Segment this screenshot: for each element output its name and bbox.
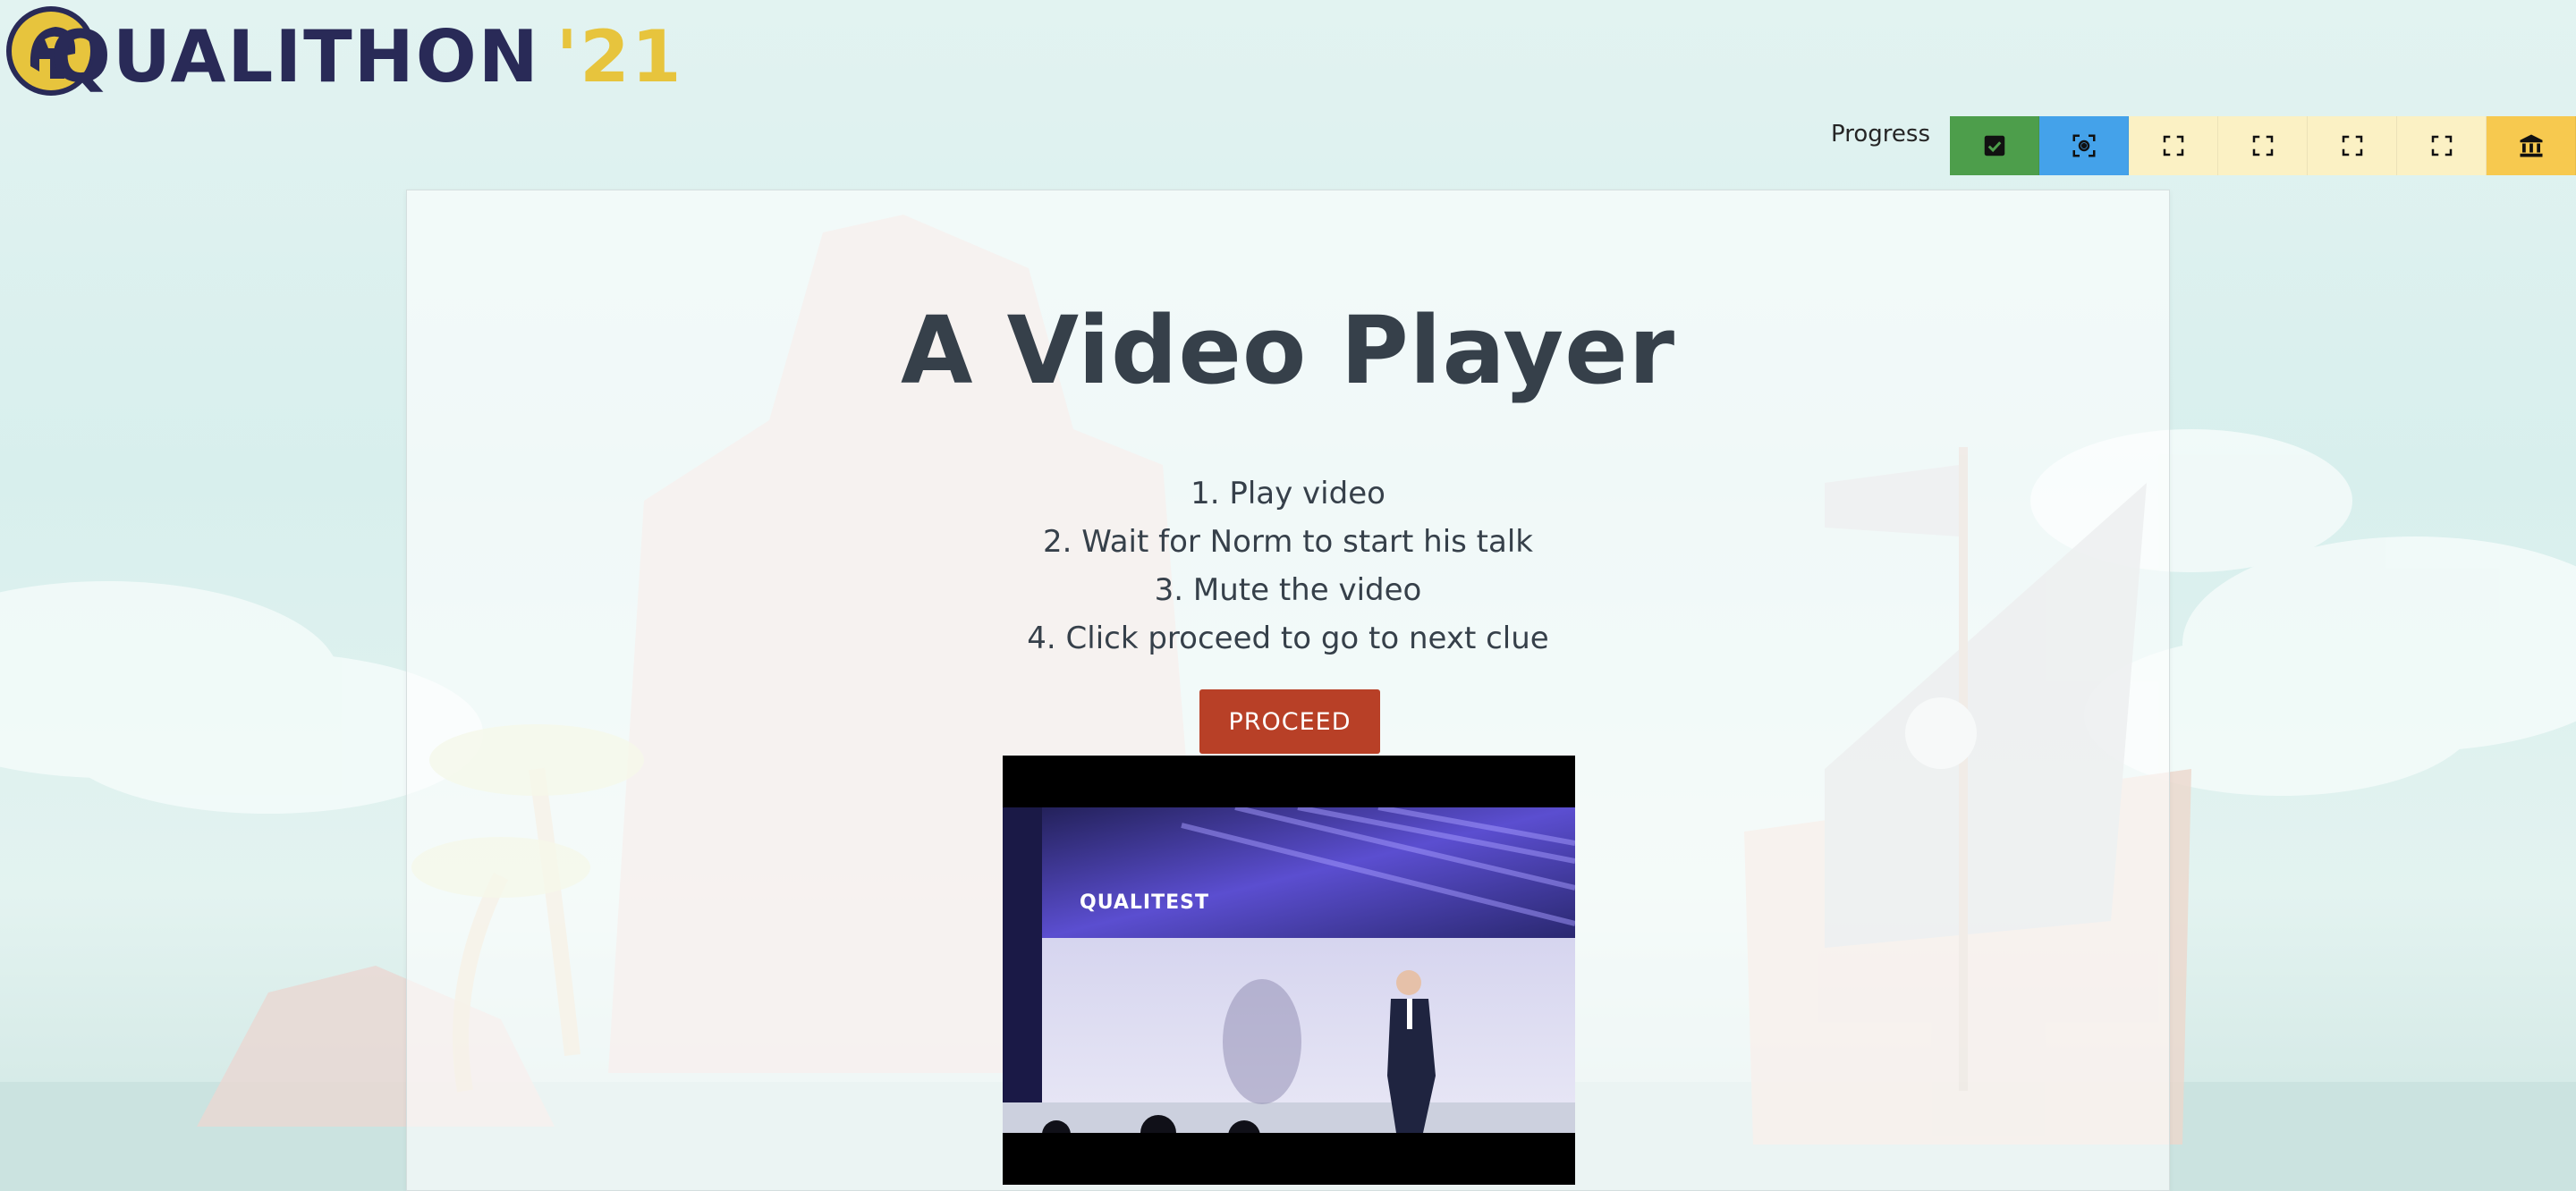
instruction-item: 2. Wait for Norm to start his talk (1043, 524, 1533, 560)
qualithon-logo: QUALITHON '21 (0, 0, 681, 116)
page-title: A Video Player (900, 296, 1676, 405)
instruction-list: 1. Play video 2. Wait for Norm to start … (407, 469, 2169, 663)
video-player[interactable]: QUALITEST (1003, 756, 1575, 1185)
fullscreen-frame-icon (2342, 135, 2362, 156)
progress-step-7[interactable] (2487, 116, 2576, 175)
focus-camera-icon (2072, 134, 2095, 157)
instruction-item: 1. Play video (1191, 476, 1385, 511)
video-brand-text: QUALITEST (1080, 891, 1210, 914)
progress-step-6[interactable] (2397, 116, 2487, 175)
progress-step-4[interactable] (2218, 116, 2308, 175)
clue-card: A Video Player 1. Play video 2. Wait for… (406, 190, 2170, 1191)
checkbox-checked-icon (1984, 135, 2004, 156)
instruction-item: 3. Mute the video (1154, 572, 1422, 608)
fullscreen-frame-icon (2431, 135, 2452, 156)
progress-label: Progress (1831, 121, 1930, 148)
video-frame (1003, 807, 1575, 1133)
instruction-item: 4. Click proceed to go to next clue (1027, 621, 1549, 656)
fullscreen-frame-icon (2252, 135, 2273, 156)
fullscreen-frame-icon (2163, 135, 2183, 156)
logo-wordmark: QUALITHON '21 (50, 21, 682, 93)
logo-year: '21 (555, 15, 683, 98)
progress-step-3[interactable] (2129, 116, 2218, 175)
progress-tracker: Progress (1831, 116, 2576, 175)
logo-name: QUALITHON (50, 15, 540, 98)
progress-step-5[interactable] (2308, 116, 2397, 175)
progress-steps (1950, 116, 2576, 175)
progress-step-2[interactable] (2039, 116, 2129, 175)
proceed-button[interactable]: PROCEED (1199, 689, 1380, 754)
progress-step-1[interactable] (1950, 116, 2039, 175)
bank-icon (2520, 134, 2542, 157)
